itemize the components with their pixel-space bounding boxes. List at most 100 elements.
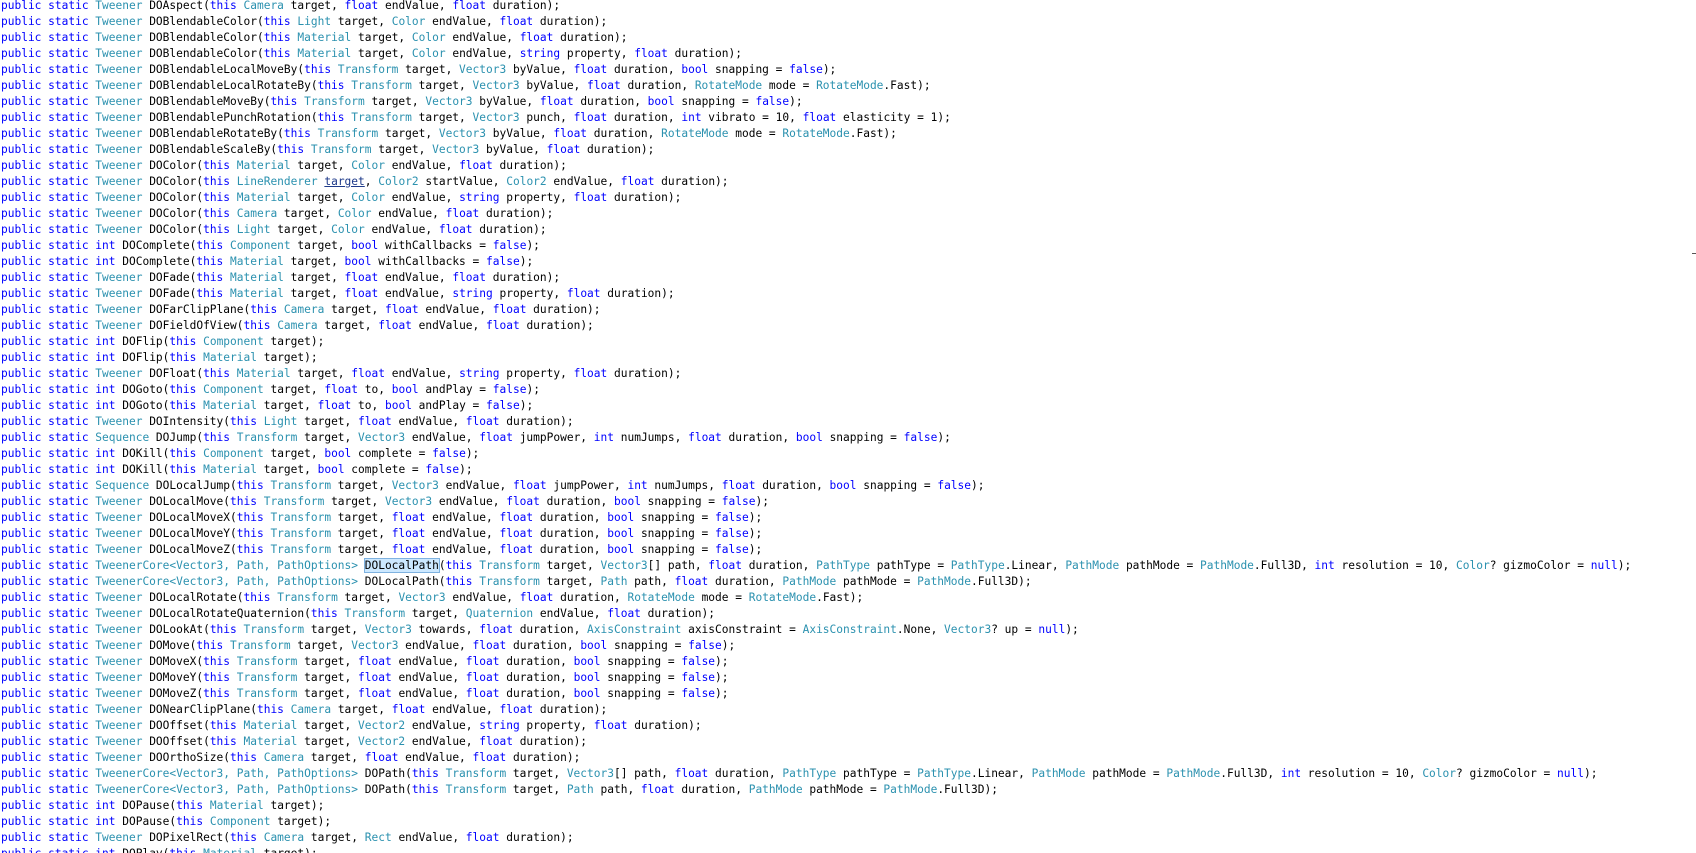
code-line[interactable]: public static Tweener DOColor(this Mater… <box>1 190 1631 206</box>
code-line[interactable]: public static Tweener DOOffset(this Mate… <box>1 718 1631 734</box>
code-line[interactable]: public static Tweener DOAspect(this Came… <box>1 0 1631 14</box>
type-token: Material <box>297 31 352 44</box>
keyword-token: public static <box>1 175 96 188</box>
code-token: .Linear, <box>970 767 1032 780</box>
code-line[interactable]: public static TweenerCore<Vector3, Path,… <box>1 766 1631 782</box>
code-line[interactable]: public static Tweener DOFloat(this Mater… <box>1 366 1631 382</box>
code-line[interactable]: public static Tweener DOColor(this Mater… <box>1 158 1631 174</box>
type-token: Color <box>331 223 365 236</box>
type-token: TweenerCore<Vector3, Path, PathOptions> <box>95 559 358 572</box>
keyword-token: this <box>256 703 291 716</box>
code-token: DOGoto( <box>115 383 170 396</box>
selected-token[interactable]: DOLocalPath <box>363 558 440 573</box>
code-line[interactable]: public static Tweener DOBlendableColor(t… <box>1 14 1631 30</box>
keyword-token: this <box>236 511 271 524</box>
code-line[interactable]: public static TweenerCore<Vector3, Path,… <box>1 782 1631 798</box>
code-token: andPlay = <box>411 399 487 412</box>
code-line[interactable]: public static Tweener DOBlendableColor(t… <box>1 30 1631 46</box>
type-token: Tweener <box>95 703 143 716</box>
code-line[interactable]: public static Tweener DOMove(this Transf… <box>1 638 1631 654</box>
code-line[interactable]: public static Tweener DOBlendableScaleBy… <box>1 142 1631 158</box>
code-line[interactable]: public static Tweener DOBlendableColor(t… <box>1 46 1631 62</box>
code-token: ); <box>748 543 763 556</box>
code-line[interactable]: public static Tweener DOBlendableLocalMo… <box>1 62 1631 78</box>
code-listing[interactable]: public static Tweener DOAspect(this Came… <box>1 0 1631 853</box>
type-token: Material <box>236 367 291 380</box>
type-token: Sequence <box>95 479 150 492</box>
code-line[interactable]: public static Tweener DOIntensity(this L… <box>1 414 1631 430</box>
code-line[interactable]: public static int DOGoto(this Component … <box>1 382 1631 398</box>
type-token: Tweener <box>95 639 143 652</box>
code-line[interactable]: public static int DOComplete(this Compon… <box>1 238 1631 254</box>
keyword-token: this <box>203 655 237 668</box>
code-token: endValue, <box>425 543 500 556</box>
code-line[interactable]: public static Tweener DOFade(this Materi… <box>1 286 1631 302</box>
keyword-token: int <box>593 431 614 444</box>
code-token: withCallbacks = <box>371 255 487 268</box>
code-line[interactable]: public static TweenerCore<Vector3, Path,… <box>1 558 1631 574</box>
code-line[interactable]: public static Tweener DONearClipPlane(th… <box>1 702 1631 718</box>
code-token: snapping = <box>634 543 716 556</box>
code-line[interactable]: public static int DOFlip(this Material t… <box>1 350 1631 366</box>
keyword-token: this <box>310 607 345 620</box>
code-token: DOLocalRotate( <box>142 591 244 604</box>
code-line[interactable]: public static Tweener DOColor(this LineR… <box>1 174 1631 190</box>
code-line[interactable]: public static Tweener DOLookAt(this Tran… <box>1 622 1631 638</box>
keyword-token: public static <box>1 495 96 508</box>
type-token: Path <box>600 575 628 588</box>
code-line[interactable]: public static Tweener DOLocalMoveX(this … <box>1 510 1631 526</box>
keyword-token: float <box>708 559 742 572</box>
code-line[interactable]: public static Tweener DOOffset(this Mate… <box>1 734 1631 750</box>
keyword-token: this <box>236 543 271 556</box>
type-token: TweenerCore<Vector3, Path, PathOptions> <box>95 767 358 780</box>
code-line[interactable]: public static Tweener DOBlendablePunchRo… <box>1 110 1631 126</box>
keyword-token: bool <box>607 527 635 540</box>
code-line[interactable]: public static Tweener DOColor(this Camer… <box>1 206 1631 222</box>
code-line[interactable]: public static Tweener DOLocalRotate(this… <box>1 590 1631 606</box>
code-line[interactable]: public static Tweener DOFade(this Materi… <box>1 270 1631 286</box>
code-line[interactable]: public static Tweener DOMoveZ(this Trans… <box>1 686 1631 702</box>
code-line[interactable]: public static Tweener DOLocalRotateQuate… <box>1 606 1631 622</box>
code-line[interactable]: public static Tweener DOPixelRect(this C… <box>1 830 1631 846</box>
code-line[interactable]: public static int DOPlay(this Material t… <box>1 846 1631 853</box>
code-line[interactable]: public static Tweener DOLocalMoveZ(this … <box>1 542 1631 558</box>
type-token: Tweener <box>95 623 143 636</box>
keyword-token: float <box>465 831 500 844</box>
link-token[interactable]: target <box>324 175 364 188</box>
code-line[interactable]: public static Tweener DOMoveX(this Trans… <box>1 654 1631 670</box>
code-line[interactable]: public static int DOGoto(this Material t… <box>1 398 1631 414</box>
code-line[interactable]: public static Tweener DOBlendableLocalRo… <box>1 78 1631 94</box>
code-token: duration, <box>553 591 628 604</box>
code-line[interactable]: public static Tweener DOFieldOfView(this… <box>1 318 1631 334</box>
code-line[interactable]: public static int DOFlip(this Component … <box>1 334 1631 350</box>
keyword-token: public static <box>1 767 96 780</box>
code-editor[interactable]: public static Tweener DOAspect(this Came… <box>0 0 1696 853</box>
code-line[interactable]: public static int DOPause(this Component… <box>1 814 1631 830</box>
code-token: target, <box>304 831 365 844</box>
code-line[interactable]: public static Tweener DOLocalMove(this T… <box>1 494 1631 510</box>
code-token: target, <box>506 783 567 796</box>
code-line[interactable]: public static int DOKill(this Component … <box>1 446 1631 462</box>
code-line[interactable]: public static Tweener DOBlendableRotateB… <box>1 126 1631 142</box>
code-token: ? gizmoColor = <box>1456 767 1558 780</box>
code-line[interactable]: public static int DOPause(this Material … <box>1 798 1631 814</box>
code-token: DOMoveY( <box>142 671 204 684</box>
code-line[interactable]: public static int DOComplete(this Materi… <box>1 254 1631 270</box>
code-line[interactable]: public static Sequence DOLocalJump(this … <box>1 478 1631 494</box>
code-line[interactable]: public static Tweener DOOrthoSize(this C… <box>1 750 1631 766</box>
code-token: DOMoveX( <box>142 655 204 668</box>
code-line[interactable]: public static Tweener DOColor(this Light… <box>1 222 1631 238</box>
keyword-token: public static <box>1 719 96 732</box>
code-line[interactable]: public static int DOKill(this Material t… <box>1 462 1631 478</box>
code-token: pathMode = <box>1119 559 1201 572</box>
code-line[interactable]: public static TweenerCore<Vector3, Path,… <box>1 574 1631 590</box>
code-token: ); <box>715 671 729 684</box>
code-line[interactable]: public static Tweener DOBlendableMoveBy(… <box>1 94 1631 110</box>
code-line[interactable]: public static Tweener DOMoveY(this Trans… <box>1 670 1631 686</box>
keyword-token: public static <box>1 79 96 92</box>
code-line[interactable]: public static Sequence DOJump(this Trans… <box>1 430 1631 446</box>
code-token: ); <box>1584 767 1598 780</box>
code-line[interactable]: public static Tweener DOFarClipPlane(thi… <box>1 302 1631 318</box>
keyword-token: float <box>384 303 419 316</box>
code-line[interactable]: public static Tweener DOLocalMoveY(this … <box>1 526 1631 542</box>
